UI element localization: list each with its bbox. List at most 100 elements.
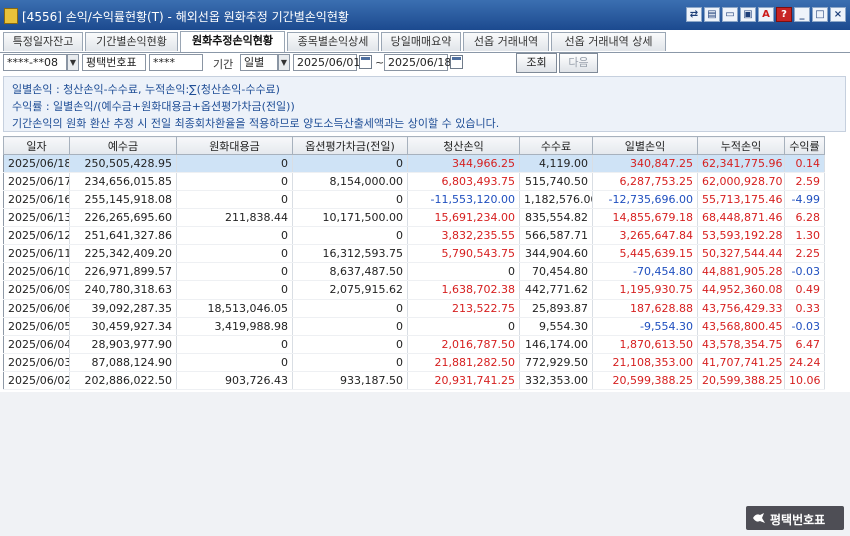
table-cell: 0.49 (784, 280, 825, 300)
period-unit-select[interactable]: 일별 (240, 54, 278, 71)
table-cell: 187,628.88 (592, 299, 698, 318)
tab-bar: 특정일자잔고 기간별손익현황 원화추정손익현황 종목별손익상세 당일매매요약 선… (0, 30, 850, 53)
table-cell: 835,554.82 (519, 208, 593, 228)
col-fee[interactable]: 수수료 (519, 136, 593, 155)
table-cell: 1,870,613.50 (592, 335, 698, 354)
table-cell: 344,966.25 (407, 154, 520, 174)
table-cell: 70,454.80 (519, 262, 593, 282)
tab-period-pnl[interactable]: 기간별손익현황 (85, 32, 178, 51)
table-cell: 44,881,905.28 (697, 262, 785, 282)
close-icon[interactable]: × (830, 7, 846, 22)
font-icon[interactable]: A (758, 7, 774, 22)
table-cell: 18,513,046.05 (176, 299, 293, 318)
maximize-icon[interactable]: □ (812, 7, 828, 22)
table-cell: 0 (292, 154, 408, 174)
watermark-logo-icon (753, 513, 765, 523)
table-cell: 3,832,235.55 (407, 226, 520, 246)
tab-item-pnl-detail[interactable]: 종목별손익상세 (287, 32, 379, 51)
table-cell: 10,171,500.00 (292, 208, 408, 228)
col-krw-substitute[interactable]: 원화대용금 (176, 136, 293, 155)
table-cell: 903,726.43 (176, 371, 293, 391)
col-date[interactable]: 일자 (3, 136, 70, 155)
col-option-valuation[interactable]: 옵션평가차금(전일) (292, 136, 408, 155)
table-row[interactable]: 2025/06/16 255,145,918.08 0 0 -11,553,120.00… (3, 190, 825, 210)
note-return-rate: 수익률 : 일별손익/(예수금+원화대용금+옵션평가차금(전일)) (12, 100, 295, 113)
table-cell: 0 (176, 244, 293, 264)
table-cell: 3,419,988.98 (176, 317, 293, 336)
table-cell: -0.03 (784, 262, 825, 282)
col-deposit[interactable]: 예수금 (69, 136, 177, 155)
app-icon (4, 8, 18, 24)
table-row[interactable]: 2025/06/10 226,971,899.57 0 8,637,487.50 0 70… (3, 262, 825, 282)
help-icon[interactable]: ? (776, 7, 792, 22)
table-cell: 30,459,927.34 (69, 317, 177, 336)
account-dropdown-icon[interactable]: ▼ (67, 54, 79, 71)
table-cell: 20,599,388.25 (697, 371, 785, 391)
table-cell: 21,108,353.00 (592, 353, 698, 372)
tab-krw-estimated-pnl[interactable]: 원화추정손익현황 (180, 31, 285, 52)
table-row[interactable]: 2025/06/03 87,088,124.90 0 0 21,881,282.50 77… (3, 353, 825, 372)
table-cell: 2,016,787.50 (407, 335, 520, 354)
tab-daily-trade-summary[interactable]: 당일매매요약 (381, 32, 461, 51)
search-button[interactable]: 조회 (516, 53, 557, 73)
account-number-field[interactable]: ****-**08 (3, 54, 67, 71)
table-cell: 0 (292, 317, 408, 336)
table-cell: 240,780,318.63 (69, 280, 177, 300)
save-icon[interactable]: ▣ (740, 7, 756, 22)
table-cell: 2025/06/05 (3, 317, 70, 336)
table-cell: -12,735,696.00 (592, 190, 698, 210)
table-row[interactable]: 2025/06/09 240,780,318.63 0 2,075,915.62 1,6… (3, 280, 825, 300)
table-row[interactable]: 2025/06/05 30,459,927.34 3,419,988.98 0 0 9,5… (3, 317, 825, 336)
table-row[interactable]: 2025/06/17 234,656,015.85 0 8,154,000.00 6,8… (3, 172, 825, 192)
table-cell: 344,904.60 (519, 244, 593, 264)
date-from-field[interactable]: 2025/06/01 (293, 54, 360, 71)
table-cell: 44,952,360.08 (697, 280, 785, 300)
table-row[interactable]: 2025/06/06 39,092,287.35 18,513,046.05 0 213… (3, 299, 825, 318)
table-cell: 21,881,282.50 (407, 353, 520, 372)
col-return-rate[interactable]: 수익률 (784, 136, 825, 155)
date-to-field[interactable]: 2025/06/18 (384, 54, 451, 71)
table-cell: 0.14 (784, 154, 825, 174)
table-row[interactable]: 2025/06/04 28,903,977.90 0 0 2,016,787.50 146… (3, 335, 825, 354)
table-cell: 53,593,192.28 (697, 226, 785, 246)
table-cell: 62,341,775.96 (697, 154, 785, 174)
table-row[interactable]: 2025/06/13 226,265,695.60 211,838.44 10,171… (3, 208, 825, 228)
col-realized-pnl[interactable]: 청산손익 (407, 136, 520, 155)
table-header-row: 일자 예수금 원화대용금 옵션평가차금(전일) 청산손익 수수료 일별손익 누적… (3, 136, 825, 155)
table-cell: 2,075,915.62 (292, 280, 408, 300)
table-cell: 226,265,695.60 (69, 208, 177, 228)
table-cell: 20,599,388.25 (592, 371, 698, 391)
table-cell: 0 (176, 154, 293, 174)
minimize-icon[interactable]: _ (794, 7, 810, 22)
table-cell: 2025/06/06 (3, 299, 70, 318)
table-row[interactable]: 2025/06/02 202,886,022.50 903,726.43 933,18… (3, 371, 825, 391)
next-button[interactable]: 다음 (559, 53, 598, 73)
table-cell: 2025/06/04 (3, 335, 70, 354)
table-cell: 2025/06/16 (3, 190, 70, 210)
table-cell: 213,522.75 (407, 299, 520, 318)
table-cell: 2025/06/11 (3, 244, 70, 264)
calendar-from-icon[interactable] (359, 55, 372, 69)
col-daily-pnl[interactable]: 일별손익 (592, 136, 698, 155)
col-cumulative-pnl[interactable]: 누적손익 (697, 136, 785, 155)
tab-fo-transactions[interactable]: 선옵 거래내역 (463, 32, 549, 51)
table-cell: 4,119.00 (519, 154, 593, 174)
table-cell: 0 (407, 262, 520, 282)
table-cell: 2025/06/12 (3, 226, 70, 246)
period-unit-dropdown-icon[interactable]: ▼ (278, 54, 290, 71)
calendar-to-icon[interactable] (450, 55, 463, 69)
print-icon[interactable]: ▤ (704, 7, 720, 22)
link-icon[interactable]: ⇄ (686, 7, 702, 22)
table-cell: 1,195,930.75 (592, 280, 698, 300)
password-field[interactable]: **** (149, 54, 203, 71)
screen-icon[interactable]: ▭ (722, 7, 738, 22)
tab-fo-transactions-detail[interactable]: 선옵 거래내역 상세 (551, 32, 666, 51)
tab-specific-date-balance[interactable]: 특정일자잔고 (3, 32, 83, 51)
table-cell: 0 (176, 335, 293, 354)
table-row[interactable]: 2025/06/12 251,641,327.86 0 0 3,832,235.55 56… (3, 226, 825, 246)
filter-bar: ****-**08 ▼ 평택번호표 **** 기간 일별 ▼ 2025/06/0… (0, 52, 850, 74)
table-row[interactable]: 2025/06/11 225,342,409.20 0 16,312,593.75 5,… (3, 244, 825, 264)
table-cell: 6,287,753.25 (592, 172, 698, 192)
table-row[interactable]: 2025/06/18 250,505,428.95 0 0 344,966.25 4,11… (3, 154, 825, 174)
table-cell: 28,903,977.90 (69, 335, 177, 354)
